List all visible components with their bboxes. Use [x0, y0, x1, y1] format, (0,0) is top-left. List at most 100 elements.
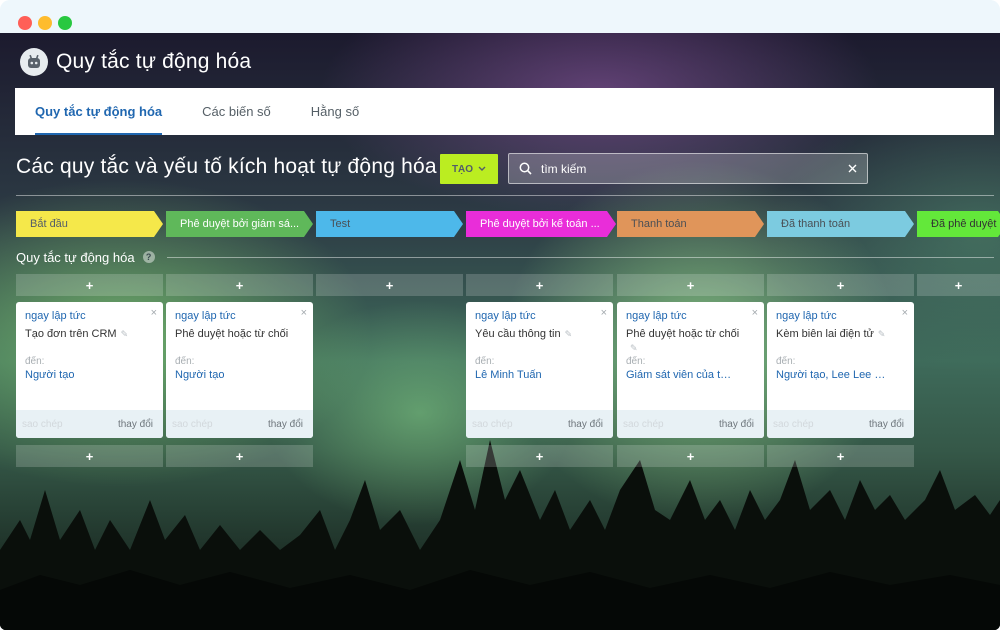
robot-icon	[20, 48, 48, 76]
stage-test[interactable]: Test	[316, 211, 463, 237]
stage-payment[interactable]: Thanh toán	[617, 211, 764, 237]
rule-timing[interactable]: ngay lập tức	[626, 310, 687, 322]
tab-automation-rules[interactable]: Quy tắc tự động hóa	[15, 88, 182, 135]
rule-action: Yêu cầu thông tin ✎	[475, 328, 603, 340]
clear-search-icon[interactable]	[837, 154, 867, 184]
close-window-button[interactable]	[18, 16, 32, 30]
stage-approved[interactable]: Đã phê duyệt	[917, 211, 1000, 237]
add-rule-button[interactable]: +	[466, 274, 613, 296]
add-rule-button[interactable]: +	[767, 274, 914, 296]
rule-recipient-label: đến:	[25, 356, 45, 367]
app-header: Quy tắc tự động hóa	[20, 47, 251, 77]
create-button-label: TẠO	[451, 163, 474, 175]
delete-rule-icon[interactable]: ×	[601, 307, 607, 319]
create-button[interactable]: TẠO	[440, 154, 498, 184]
edit-rule-link[interactable]: thay đổi	[568, 419, 603, 430]
section-title: Quy tắc tự động hóa	[16, 249, 135, 265]
rule-recipient[interactable]: Giám sát viên của t…	[626, 369, 756, 381]
search-input[interactable]: tìm kiếm	[541, 162, 837, 176]
rule-action-label: Phê duyệt hoặc từ chối	[175, 328, 289, 340]
chevron-down-icon	[478, 166, 486, 171]
app-title: Quy tắc tự động hóa	[56, 50, 252, 73]
rule-recipient[interactable]: Người tạo	[25, 369, 155, 381]
copy-rule-link[interactable]: sao chép	[22, 419, 63, 430]
rule-card-footer: sao chép thay đổi	[166, 410, 313, 438]
maximize-window-button[interactable]	[58, 16, 72, 30]
rule-card[interactable]: × ngay lập tức Kèm biên lai điện tử ✎ đến…	[767, 302, 914, 438]
rule-timing[interactable]: ngay lập tức	[175, 310, 236, 322]
rule-card[interactable]: × ngay lập tức Phê duyệt hoặc từ chối ✎ …	[617, 302, 764, 438]
edit-rule-link[interactable]: thay đổi	[268, 419, 303, 430]
add-rule-button[interactable]: +	[166, 274, 313, 296]
rule-action-label: Phê duyệt hoặc từ chối	[626, 328, 740, 340]
copy-rule-link[interactable]: sao chép	[472, 419, 513, 430]
rule-recipient[interactable]: Lê Minh Tuấn	[475, 369, 605, 381]
edit-rule-link[interactable]: thay đổi	[118, 419, 153, 430]
rule-card-footer: sao chép thay đổi	[617, 410, 764, 438]
stage-start[interactable]: Bắt đầu	[16, 211, 163, 237]
rule-action: Tạo đơn trên CRM ✎	[25, 328, 153, 340]
edit-rule-link[interactable]: thay đổi	[719, 419, 754, 430]
help-icon[interactable]: ?	[142, 251, 155, 263]
rule-recipient[interactable]: Người tạo	[175, 369, 305, 381]
add-rule-button[interactable]: +	[917, 274, 1000, 296]
add-rule-button[interactable]: +	[617, 274, 764, 296]
pencil-icon[interactable]: ✎	[878, 329, 886, 339]
copy-rule-link[interactable]: sao chép	[773, 419, 814, 430]
rule-action-label: Yêu cầu thông tin	[475, 328, 561, 340]
section-divider	[166, 256, 994, 258]
pencil-icon[interactable]: ✎	[121, 329, 129, 339]
automation-app: Quy tắc tự động hóa Quy tắc tự động hóa …	[0, 33, 1000, 630]
copy-rule-link[interactable]: sao chép	[172, 419, 213, 430]
tab-variables[interactable]: Các biến số	[182, 88, 291, 135]
rule-recipient-label: đến:	[776, 356, 796, 367]
page-title: Các quy tắc và yếu tố kích hoạt tự động …	[16, 155, 437, 178]
search-box[interactable]: tìm kiếm	[508, 153, 868, 184]
rule-recipient[interactable]: Người tạo, Lee Lee …	[776, 369, 906, 381]
rule-card[interactable]: × ngay lập tức Tạo đơn trên CRM ✎ đến: Ng…	[16, 302, 163, 438]
section-header: Quy tắc tự động hóa ?	[16, 247, 994, 267]
add-rule-button[interactable]: +	[166, 445, 313, 467]
window-titlebar	[0, 0, 1000, 33]
rule-card[interactable]: × ngay lập tức Phê duyệt hoặc từ chối đế…	[166, 302, 313, 438]
delete-rule-icon[interactable]: ×	[902, 307, 908, 319]
search-icon	[517, 161, 533, 177]
delete-rule-icon[interactable]: ×	[752, 307, 758, 319]
minimize-window-button[interactable]	[38, 16, 52, 30]
add-rule-button[interactable]: +	[16, 445, 163, 467]
rule-card-footer: sao chép thay đổi	[16, 410, 163, 438]
rule-timing[interactable]: ngay lập tức	[776, 310, 837, 322]
browser-window: Quy tắc tự động hóa Quy tắc tự động hóa …	[0, 0, 1000, 630]
rule-card-footer: sao chép thay đổi	[767, 410, 914, 438]
tab-bar: Quy tắc tự động hóa Các biến số Hằng số	[15, 88, 994, 135]
stage-supervisor-approval[interactable]: Phê duyệt bởi giám sá...	[166, 211, 313, 237]
toolbar-divider	[16, 195, 994, 196]
add-rule-button[interactable]: +	[466, 445, 613, 467]
rule-card-footer: sao chép thay đổi	[466, 410, 613, 438]
rule-recipient-label: đến:	[175, 356, 195, 367]
rule-action-label: Tạo đơn trên CRM	[25, 328, 117, 340]
rule-timing[interactable]: ngay lập tức	[25, 310, 86, 322]
add-rule-button[interactable]: +	[617, 445, 764, 467]
rule-recipient-label: đến:	[626, 356, 646, 367]
pencil-icon[interactable]: ✎	[565, 329, 573, 339]
pencil-icon[interactable]: ✎	[630, 343, 638, 354]
delete-rule-icon[interactable]: ×	[301, 307, 307, 319]
rule-action: Phê duyệt hoặc từ chối	[626, 328, 754, 340]
rule-action: Kèm biên lai điện tử ✎	[776, 328, 904, 340]
add-rule-button[interactable]: +	[316, 274, 463, 296]
stage-accounting-approval[interactable]: Phê duyệt bởi kế toán ...	[466, 211, 616, 237]
add-rule-button[interactable]: +	[16, 274, 163, 296]
rule-card[interactable]: × ngay lập tức Yêu cầu thông tin ✎ đến: L…	[466, 302, 613, 438]
rule-timing[interactable]: ngay lập tức	[475, 310, 536, 322]
edit-rule-link[interactable]: thay đổi	[869, 419, 904, 430]
add-rule-button[interactable]: +	[767, 445, 914, 467]
stage-pipeline: Bắt đầu Phê duyệt bởi giám sá... Test Ph…	[16, 211, 1000, 237]
rule-action: Phê duyệt hoặc từ chối	[175, 328, 303, 340]
rule-recipient-label: đến:	[475, 356, 495, 367]
rule-action-label: Kèm biên lai điện tử	[776, 328, 874, 340]
copy-rule-link[interactable]: sao chép	[623, 419, 664, 430]
stage-paid[interactable]: Đã thanh toán	[767, 211, 914, 237]
delete-rule-icon[interactable]: ×	[151, 307, 157, 319]
tab-constants[interactable]: Hằng số	[291, 88, 379, 135]
